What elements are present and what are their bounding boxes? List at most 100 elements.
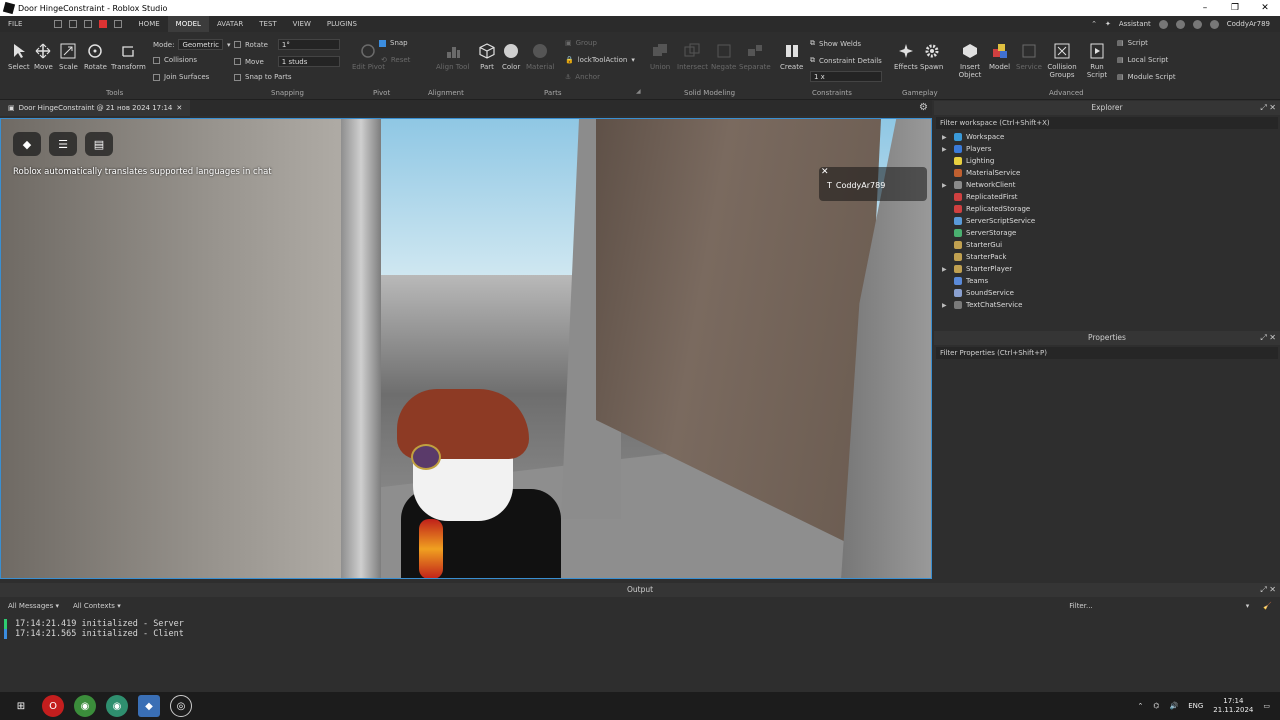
explorer-item-networkclient[interactable]: ▶ NetworkClient <box>934 179 1280 191</box>
3d-viewport[interactable]: ◆ ☰ ▤ Roblox automatically translates su… <box>0 118 932 579</box>
transform-button[interactable]: Transform <box>111 42 146 71</box>
stop-icon[interactable] <box>99 20 108 28</box>
part-button[interactable]: Part <box>478 42 496 71</box>
spawn-button[interactable]: Spawn <box>920 42 943 71</box>
intersect-button[interactable]: Intersect <box>677 42 708 71</box>
rotate-snap-checkbox[interactable] <box>234 41 241 48</box>
menu-view[interactable]: VIEW <box>285 20 319 28</box>
insert-object-button[interactable]: Insert Object <box>957 42 983 79</box>
chrome-icon[interactable]: ◉ <box>74 695 96 717</box>
expand-arrow-icon[interactable]: ▶ <box>942 146 954 153</box>
model-button[interactable]: Model <box>989 42 1010 71</box>
move-button[interactable]: Move <box>34 42 53 71</box>
constraint-scale-input[interactable]: 1 x <box>810 71 882 82</box>
snap-checkbox[interactable] <box>379 39 386 47</box>
scale-button[interactable]: Scale <box>59 42 78 71</box>
close-icon[interactable]: ✕ <box>1269 585 1276 594</box>
roblox-menu-icon[interactable]: ◆ <box>13 132 41 156</box>
chat-icon[interactable]: ▤ <box>85 132 113 156</box>
clock[interactable]: 17:14 21.11.2024 <box>1213 697 1253 715</box>
local-script-button[interactable]: ▤ Local Script <box>1117 56 1168 64</box>
language-indicator[interactable]: ENG <box>1188 702 1203 710</box>
menu-home[interactable]: HOME <box>130 20 167 28</box>
close-icon[interactable]: ✕ <box>1269 333 1276 342</box>
group-button[interactable]: ▣ Group <box>565 39 597 47</box>
rotate-snap-input[interactable]: 1° <box>277 39 340 50</box>
menu-file[interactable]: FILE <box>0 20 30 28</box>
expand-arrow-icon[interactable]: ▶ <box>942 182 954 189</box>
rotate-button[interactable]: Rotate <box>84 42 107 71</box>
explorer-item-textchatservice[interactable]: ▶ TextChatService <box>934 299 1280 311</box>
user-name[interactable]: CoddyAr789 <box>1227 20 1270 28</box>
snap-to-parts-toggle[interactable]: Snap to Parts <box>234 73 292 81</box>
move-snap-input[interactable]: 1 studs <box>277 56 340 67</box>
union-button[interactable]: Union <box>650 42 670 71</box>
explorer-item-workspace[interactable]: ▶ Workspace <box>934 131 1280 143</box>
select-button[interactable]: Select <box>8 42 30 71</box>
hamburger-menu-icon[interactable]: ☰ <box>49 132 77 156</box>
maximize-icon[interactable]: ⤢ <box>1260 333 1266 342</box>
service-button[interactable]: Service <box>1016 42 1042 71</box>
contexts-dropdown[interactable]: All Contexts ▾ <box>73 602 121 610</box>
reset-pivot-button[interactable]: ⟲ Reset <box>381 56 410 64</box>
show-welds-button[interactable]: ⧉ Show Welds <box>810 39 861 48</box>
expand-arrow-icon[interactable]: ▶ <box>942 266 954 273</box>
menu-avatar[interactable]: AVATAR <box>209 20 251 28</box>
expand-arrow-icon[interactable]: ▶ <box>942 302 954 309</box>
close-icon[interactable]: ✕ <box>1250 3 1280 13</box>
network-icon[interactable]: ⌬ <box>1153 702 1159 710</box>
separate-button[interactable]: Separate <box>739 42 771 71</box>
collisions-checkbox[interactable] <box>153 56 160 64</box>
assistant-button[interactable]: Assistant <box>1119 20 1151 28</box>
player-entry[interactable]: T CoddyAr789 <box>827 181 885 190</box>
notifications-icon[interactable] <box>1175 19 1185 29</box>
explorer-item-players[interactable]: ▶ Players <box>934 143 1280 155</box>
explorer-item-replicatedstorage[interactable]: ReplicatedStorage <box>934 203 1280 215</box>
menu-test[interactable]: TEST <box>251 20 284 28</box>
play-icon[interactable] <box>84 20 93 28</box>
material-button[interactable]: Material <box>526 42 554 71</box>
messages-dropdown[interactable]: All Messages ▾ <box>8 602 59 610</box>
windows-start-icon[interactable]: ⊞ <box>10 695 32 717</box>
share-icon[interactable] <box>1209 19 1219 29</box>
explorer-item-replicatedfirst[interactable]: ReplicatedFirst <box>934 191 1280 203</box>
explorer-item-starterpack[interactable]: StarterPack <box>934 251 1280 263</box>
tray-expand-icon[interactable]: ⌃ <box>1137 702 1143 710</box>
create-constraint-button[interactable]: Create <box>780 42 803 71</box>
explorer-item-serverstorage[interactable]: ServerStorage <box>934 227 1280 239</box>
save-icon[interactable] <box>69 20 78 28</box>
explorer-item-serverscriptservice[interactable]: ServerScriptService <box>934 215 1280 227</box>
move-snap-checkbox[interactable] <box>234 58 241 65</box>
script-button[interactable]: ▤ Script <box>1117 39 1148 47</box>
team-create-icon[interactable] <box>1192 19 1202 29</box>
minimize-icon[interactable]: – <box>1190 3 1220 13</box>
notification-center-icon[interactable]: ▭ <box>1263 702 1270 710</box>
join-surfaces-toggle[interactable]: Join Surfaces <box>153 73 209 81</box>
join-surfaces-checkbox[interactable] <box>153 73 160 81</box>
volume-icon[interactable]: 🔊 <box>1169 702 1178 710</box>
collision-groups-button[interactable]: Collision Groups <box>1046 42 1078 79</box>
run-script-button[interactable]: Run Script <box>1085 42 1109 79</box>
menu-plugins[interactable]: PLUGINS <box>319 20 365 28</box>
help-icon[interactable] <box>1158 19 1168 29</box>
snap-toggle[interactable]: Snap <box>379 39 408 47</box>
negate-button[interactable]: Negate <box>711 42 736 71</box>
close-icon[interactable]: ✕ <box>821 167 829 177</box>
align-tool-button[interactable]: Align Tool <box>436 42 469 71</box>
opera-icon[interactable]: O <box>42 695 64 717</box>
clear-output-icon[interactable]: 🧹 <box>1263 602 1272 610</box>
output-filter-input[interactable]: Filter... ▾ <box>1069 602 1249 610</box>
roblox-studio-taskbar-icon[interactable]: ◆ <box>138 695 160 717</box>
effects-button[interactable]: Effects <box>894 42 918 71</box>
anchor-button[interactable]: ⚓ Anchor <box>565 73 600 81</box>
chrome-profile-icon[interactable]: ◉ <box>106 695 128 717</box>
collisions-toggle[interactable]: Collisions <box>153 56 197 64</box>
maximize-icon[interactable]: ⤢ <box>1260 585 1266 594</box>
expand-group-icon[interactable]: ◢ <box>636 88 641 95</box>
close-tab-icon[interactable]: ✕ <box>176 104 182 112</box>
explorer-item-teams[interactable]: Teams <box>934 275 1280 287</box>
viewport-settings-gear-icon[interactable]: ⚙ <box>919 102 928 113</box>
color-button[interactable]: Color <box>502 42 520 71</box>
undo-icon[interactable] <box>114 20 123 28</box>
menu-model[interactable]: MODEL <box>167 16 209 32</box>
